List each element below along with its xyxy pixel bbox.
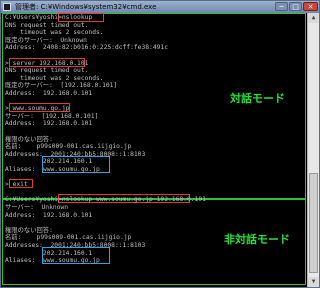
- console-line: C:¥Users¥yoshi>nslookup: [5, 14, 93, 21]
- console-line: Address: 192.168.0.101: [5, 90, 93, 97]
- console-line: 既定のサーバー: [192.168.0.101]: [5, 82, 118, 90]
- scroll-up-icon[interactable]: ▲: [308, 13, 319, 23]
- console-line: Addresses: 2001:240:bb5:8008::1:8103: [5, 242, 146, 249]
- console-line: Address: 2408:82:b016:0:225:dcff:fe38:49…: [5, 44, 169, 52]
- console-line: 202.214.160.1: [5, 158, 93, 166]
- console-line: Aliases: www.soumu.go.jp: [5, 166, 100, 173]
- console-line: Addresses: 2001:240:bb5:8008::1:8103: [5, 150, 146, 158]
- minimize-button[interactable]: ─: [275, 2, 288, 11]
- scroll-down-icon[interactable]: ▼: [308, 277, 319, 287]
- console-line: Address: 192.168.0.101: [5, 211, 93, 219]
- console-line: Address: 192.168.0.101: [5, 120, 93, 128]
- console-line: > www.soumu.go.jp: [5, 105, 70, 113]
- title-bar[interactable]: 管理者: C:¥Windows¥system32¥cmd.exe ─ □ ✕: [1, 1, 319, 13]
- console-line: DNS request timed out.: [5, 21, 89, 29]
- console-line: 名前: p99s009-001.cas.iijgio.jp: [5, 234, 132, 242]
- scroll-thumb[interactable]: [309, 173, 318, 273]
- noninteractive-mode-label: 非対話モード: [224, 233, 290, 246]
- console-line: サーバー: [192.168.0.101]: [5, 112, 99, 120]
- console-line: C:¥Users¥yoshi>nslookup www.soumu.go.jp …: [5, 196, 206, 204]
- console-line: Aliases: www.soumu.go.jp: [5, 257, 100, 265]
- vertical-scrollbar[interactable]: ▲ ▼: [307, 13, 319, 287]
- interactive-mode-label: 対話モード: [230, 92, 285, 105]
- console-line: > exit: [5, 181, 28, 189]
- console-line: サーバー: Unknown: [5, 204, 69, 211]
- console-line: 名前: p99s009-001.cas.iijgio.jp: [5, 143, 132, 151]
- console-output[interactable]: 対話モード 非対話モード C:¥Users¥yoshi>nslookup DNS …: [2, 13, 306, 287]
- command-prompt-window: 管理者: C:¥Windows¥system32¥cmd.exe ─ □ ✕ 対…: [0, 0, 320, 288]
- console-line: timeout was 2 seconds.: [5, 29, 104, 37]
- console-line: DNS request timed out.: [5, 67, 89, 75]
- console-line: 202.214.160.1: [5, 249, 93, 257]
- maximize-button[interactable]: □: [289, 2, 302, 11]
- cmd-icon: [3, 3, 11, 11]
- console-line: 既定のサーバー: Unknown: [5, 36, 87, 44]
- window-title: 管理者: C:¥Windows¥system32¥cmd.exe: [15, 3, 157, 11]
- close-button[interactable]: ✕: [303, 2, 318, 11]
- console-line: > server 192.168.0.101: [5, 59, 89, 67]
